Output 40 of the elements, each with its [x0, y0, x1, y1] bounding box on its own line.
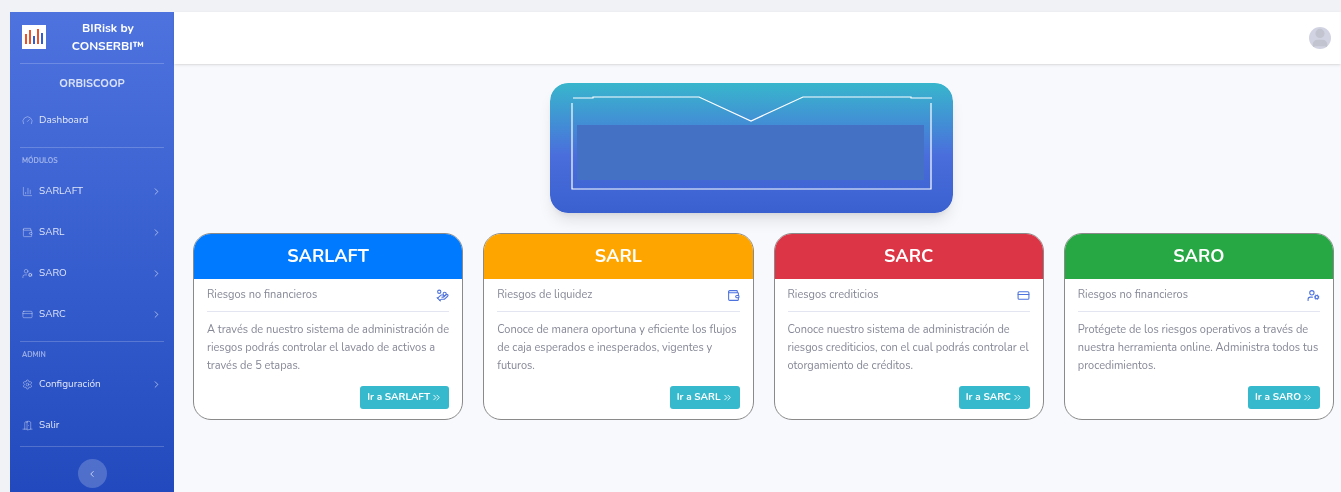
sidebar-item[interactable]: SARLAFT	[20, 170, 164, 212]
user-gear-icon	[1307, 288, 1320, 302]
gauge-icon	[22, 115, 33, 126]
card-title: SARLAFT	[287, 243, 369, 270]
card-description: A través de nuestro sistema de administración de riesgos podrás controlar el lavado de activos a través de 5 etapas.	[207, 321, 450, 375]
double-chevron-icon	[1302, 392, 1313, 403]
double-chevron-icon	[431, 392, 443, 403]
hand-coin-icon	[436, 288, 450, 302]
gear-icon	[22, 379, 33, 390]
collapse-sidebar-button[interactable]	[77, 459, 107, 488]
card-icon	[1016, 288, 1030, 302]
sidebar-item[interactable]: SARC	[20, 293, 164, 335]
logo-icon	[22, 25, 46, 50]
user-gear-icon	[22, 267, 33, 279]
chevron-left-icon	[87, 468, 97, 479]
sidebar-item[interactable]: Configuración	[20, 364, 164, 405]
wallet-icon	[726, 288, 740, 302]
card-title: SARC	[884, 243, 934, 270]
card-subtitle: Riesgos no financieros	[207, 286, 318, 304]
card-title: SARL	[594, 243, 642, 270]
card-description: Protégete de los riesgos operativos a través de nuestra herramienta online. Administra todos tus procedimientos.	[1077, 321, 1320, 375]
card-description: Conoce de manera oportuna y eficiente los flujos de caja esperados e inesperados, vigentes y futuros.	[497, 321, 738, 375]
user-avatar[interactable]	[1309, 27, 1331, 49]
card-description: Conoce nuestro sistema de administración de riesgos crediticios, con el cual podrás controlar el otorgamiento de créditos.	[787, 321, 1030, 375]
wallet-icon	[22, 226, 33, 238]
sidebar-item[interactable]: Salir	[20, 405, 164, 446]
door-icon	[22, 420, 33, 431]
card-title: SARO	[1173, 243, 1225, 270]
sidebar-item[interactable]: Dashboard	[20, 100, 164, 141]
card-subtitle: Riesgos de liquidez	[497, 286, 593, 304]
card-icon	[22, 308, 33, 320]
double-chevron-icon	[1011, 392, 1023, 403]
card-subtitle: Riesgos no financieros	[1077, 286, 1188, 304]
double-chevron-icon	[721, 392, 733, 403]
brand-name: BIRisk by CONSERBI™	[70, 19, 146, 56]
sidebar-item[interactable]: SARO	[20, 252, 164, 294]
organization-name: ORBISCOOP	[58, 75, 126, 92]
card-subtitle: Riesgos crediticios	[787, 286, 879, 304]
sidebar-item[interactable]: SARL	[20, 211, 164, 253]
chart-icon	[22, 185, 33, 197]
